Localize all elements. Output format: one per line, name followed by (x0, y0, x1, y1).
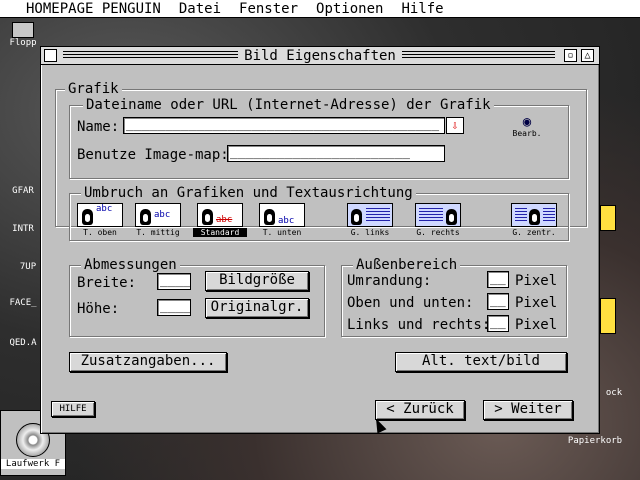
desktop-icon-label: Papierkorb (567, 436, 623, 446)
hoehe-input[interactable]: ____ (157, 299, 191, 316)
menu-bar: HOMEPAGE PENGUIN Datei Fenster Optionen … (0, 0, 640, 18)
align-option-label: T. mittig (136, 228, 180, 237)
align-t-unten-icon: abc (259, 203, 305, 227)
desktop-icon-floppy[interactable]: Flopp (8, 22, 38, 48)
align-option-t-mittig[interactable]: abc T. mittig (131, 203, 185, 237)
desktop-icon-label: GFAR (12, 186, 34, 196)
menu-fenster[interactable]: Fenster (235, 1, 302, 17)
align-option-label: T. oben (83, 228, 117, 237)
links-rechts-unit: Pixel (515, 317, 558, 333)
desktop-icon-label: ock (605, 388, 623, 398)
desktop-icon-trash[interactable]: Papierkorb (560, 436, 630, 446)
desktop-icon-label: Laufwerk F (1, 459, 65, 469)
floppy-icon (12, 22, 34, 38)
grafik-group-label: Grafik (65, 81, 122, 97)
menu-datei[interactable]: Datei (175, 1, 225, 17)
align-t-oben-icon: abc (77, 203, 123, 227)
alt-text-bild-button[interactable]: Alt. text/bild (395, 352, 567, 372)
links-rechts-input[interactable]: __ (487, 315, 509, 332)
align-option-g-zentr[interactable]: G. zentr. (507, 203, 561, 237)
originalgr-button[interactable]: Originalgr. (205, 298, 309, 318)
align-g-links-icon (347, 203, 393, 227)
oben-unten-input[interactable]: __ (487, 293, 509, 310)
breite-input[interactable]: ____ (157, 273, 191, 290)
imagemap-label: Benutze Image-map: (77, 147, 229, 163)
align-option-standard[interactable]: abc Standard (193, 203, 247, 237)
align-option-g-links[interactable]: G. links (343, 203, 397, 237)
align-option-label: G. rechts (416, 228, 460, 237)
weiter-button[interactable]: > Weiter (483, 400, 573, 420)
desktop-icon-label: 7UP (19, 262, 37, 272)
align-t-mittig-icon: abc (135, 203, 181, 227)
desktop-icon-7up[interactable]: 7UP (16, 262, 40, 272)
desktop-icon-gfar[interactable]: GFAR (8, 186, 38, 196)
iconify-icon[interactable]: ▫ (564, 49, 577, 62)
bildgroesse-button[interactable]: Bildgröße (205, 271, 309, 291)
align-option-g-rechts[interactable]: G. rechts (411, 203, 465, 237)
aussenbereich-label: Außenbereich (353, 257, 461, 273)
umrandung-label: Umrandung: (347, 273, 432, 289)
align-option-t-unten[interactable]: abc T. unten (255, 203, 309, 237)
desktop-icon-intr[interactable]: INTR (8, 224, 38, 234)
fullscreen-icon[interactable]: △ (581, 49, 594, 62)
align-g-rechts-icon (415, 203, 461, 227)
dropdown-arrow-button[interactable]: ⇩ (446, 117, 464, 134)
zusatzangaben-button[interactable]: Zusatzangaben... (69, 352, 227, 372)
menu-app-title[interactable]: HOMEPAGE PENGUIN (22, 1, 165, 17)
hoehe-label: Höhe: (77, 301, 120, 317)
edit-label: Bearb. (512, 129, 542, 138)
align-option-t-oben[interactable]: abc T. oben (73, 203, 127, 237)
desktop-icon-ock[interactable]: ock (602, 388, 626, 398)
umrandung-input[interactable]: __ (487, 271, 509, 288)
align-option-label: G. zentr. (512, 228, 556, 237)
name-label: Name: (77, 119, 120, 135)
align-option-label: Standard (193, 228, 247, 237)
abmessungen-label: Abmessungen (81, 257, 180, 273)
umbruch-label: Umbruch an Grafiken und Textausrichtung (81, 185, 416, 201)
menu-optionen[interactable]: Optionen (312, 1, 387, 17)
desktop-icon-face[interactable]: FACE_ (8, 298, 38, 308)
hilfe-button[interactable]: HILFE (51, 401, 95, 417)
desktop-note-yellow[interactable] (600, 298, 616, 334)
breite-label: Breite: (77, 275, 137, 291)
oben-unten-label: Oben und unten: (347, 295, 474, 311)
align-standard-icon: abc (197, 203, 243, 227)
umrandung-unit: Pixel (515, 273, 558, 289)
desktop-icon-qed[interactable]: QED.A (8, 338, 38, 348)
bild-eigenschaften-window: Bild Eigenschaften ▫ △ Grafik Dateiname … (40, 46, 600, 434)
align-g-zentr-icon (511, 203, 557, 227)
desktop-icon-label: Flopp (9, 38, 37, 48)
desktop-icon-label: INTR (12, 224, 34, 234)
edit-button[interactable]: ◉ Bearb. (505, 115, 549, 143)
links-rechts-label: Links und rechts: (347, 317, 491, 333)
oben-unten-unit: Pixel (515, 295, 558, 311)
imagemap-input[interactable]: _______________________ (227, 145, 445, 162)
zurueck-button[interactable]: < Zurück (375, 400, 465, 420)
window-titlebar[interactable]: Bild Eigenschaften ▫ △ (41, 47, 599, 65)
eye-icon: ◉ (522, 114, 532, 130)
align-option-label: G. links (350, 228, 390, 237)
name-input[interactable]: ________________________________________ (123, 117, 445, 134)
grafik-file-label: Dateiname oder URL (Internet-Adresse) de… (83, 97, 494, 113)
desktop-note-yellow[interactable] (600, 205, 616, 231)
window-title: Bild Eigenschaften (238, 48, 402, 64)
desktop-icon-label: FACE_ (9, 298, 37, 308)
desktop-icon-label: QED.A (9, 338, 37, 348)
align-option-label: T. unten (262, 228, 302, 237)
menu-hilfe[interactable]: Hilfe (397, 1, 447, 17)
